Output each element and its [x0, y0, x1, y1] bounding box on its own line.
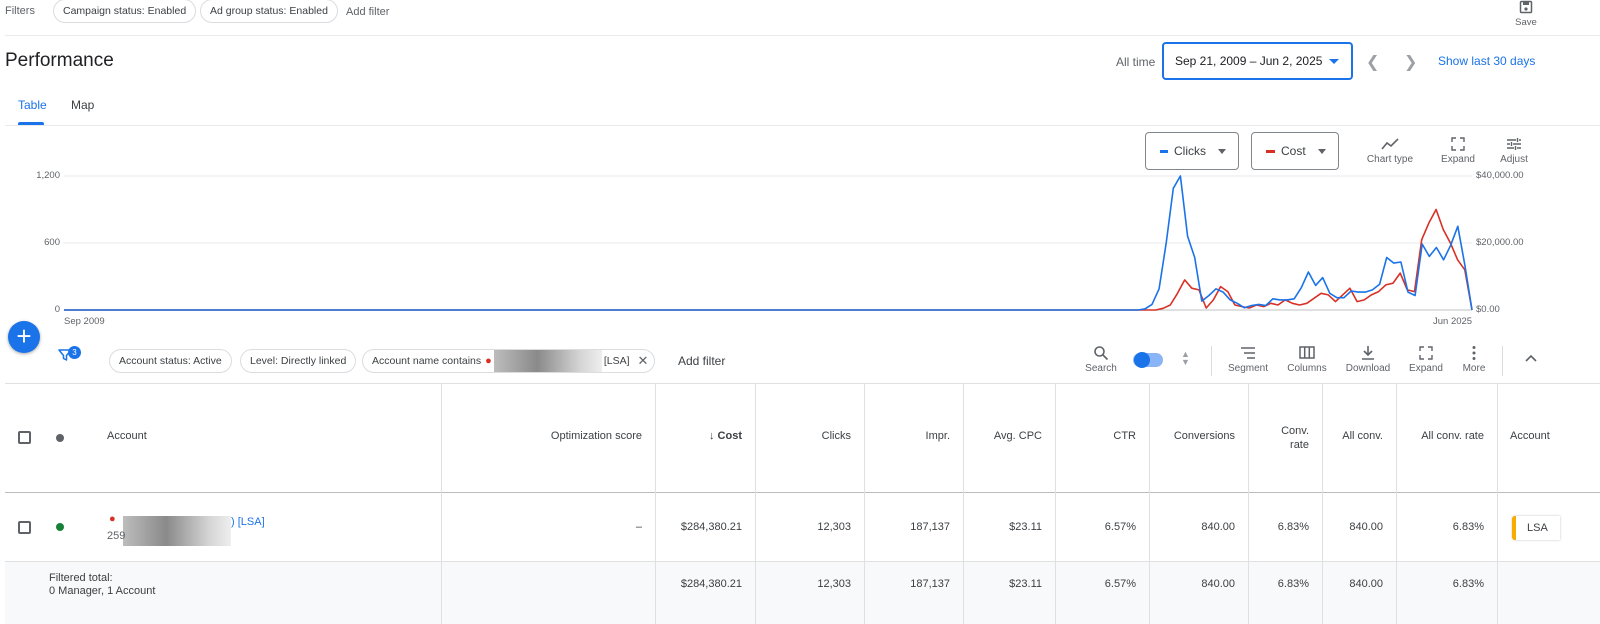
total-avg-cpc: $23.11	[1009, 578, 1042, 590]
header-account-type[interactable]: Account	[1510, 430, 1550, 442]
columns-label: Columns	[1287, 363, 1327, 374]
account-name-link[interactable]: ) [LSA]	[231, 516, 265, 528]
column-divider	[1396, 383, 1397, 624]
add-filter-button[interactable]: Add filter	[678, 354, 725, 368]
filter-chip-account-status[interactable]: Account status: Active	[109, 349, 232, 373]
search-button[interactable]: Search	[1083, 345, 1119, 374]
cell-conversions: 840.00	[1201, 521, 1235, 533]
collapse-icon[interactable]	[1524, 352, 1538, 366]
view-toggle[interactable]	[1133, 352, 1163, 368]
download-button[interactable]: Download	[1344, 345, 1392, 374]
download-label: Download	[1345, 363, 1391, 374]
select-all-checkbox[interactable]	[18, 431, 31, 444]
segment-icon	[1241, 347, 1255, 359]
table-expand-label: Expand	[1409, 363, 1443, 374]
header-impr[interactable]: Impr.	[926, 430, 950, 442]
column-divider	[755, 383, 756, 624]
header-avg-cpc[interactable]: Avg. CPC	[994, 430, 1042, 442]
more-label: More	[1462, 363, 1486, 374]
total-ctr: 6.57%	[1104, 578, 1136, 590]
redacted-value	[493, 350, 602, 372]
column-divider	[655, 383, 656, 624]
filter-chip-level[interactable]: Level: Directly linked	[240, 349, 357, 373]
series-line-cost	[64, 208, 1473, 311]
header-cost[interactable]: ↓ Cost	[709, 430, 742, 442]
download-icon	[1362, 346, 1374, 360]
total-clicks: 12,303	[817, 578, 851, 590]
expand-icon	[1419, 346, 1433, 360]
status-header-icon	[56, 434, 64, 442]
cell-all-conv: 840.00	[1349, 521, 1383, 533]
search-icon	[1094, 346, 1109, 361]
total-sublabel: 0 Manager, 1 Account	[49, 585, 156, 597]
column-divider	[963, 383, 964, 624]
column-divider	[1322, 383, 1323, 624]
sort-descending-icon: ↓	[708, 430, 715, 442]
divider	[1502, 346, 1503, 376]
performance-chart	[64, 175, 1473, 311]
header-account[interactable]: Account	[107, 430, 147, 442]
header-all-conv-rate[interactable]: All conv. rate	[1421, 430, 1484, 442]
filter-count-badge: 3	[68, 346, 81, 359]
cell-conv-rate: 6.83%	[1277, 521, 1309, 533]
column-divider	[1248, 383, 1249, 624]
total-conversions: 840.00	[1201, 578, 1235, 590]
divider	[1211, 346, 1212, 376]
filter-chip-account-name[interactable]: Account name contains ● [LSA] ✕	[362, 349, 656, 373]
cell-ctr: 6.57%	[1104, 521, 1136, 533]
segment-button[interactable]: Segment	[1226, 345, 1270, 374]
column-divider	[1497, 383, 1498, 624]
sort-arrows-icon[interactable]: ▲ ▼	[1181, 350, 1190, 367]
header-conv-rate[interactable]: Conv. rate	[1281, 424, 1309, 452]
cell-impr: 187,137	[910, 521, 950, 533]
total-row	[5, 562, 1600, 624]
cell-clicks: 12,303	[817, 521, 851, 533]
table-header-border	[5, 492, 1600, 493]
table-expand-button[interactable]: Expand	[1406, 345, 1446, 374]
header-clicks[interactable]: Clicks	[822, 430, 851, 442]
header-conv-rate-line1: Conv.	[1281, 425, 1309, 437]
cell-avg-cpc: $23.11	[1009, 521, 1042, 533]
total-cost: $284,380.21	[680, 578, 742, 590]
total-impr: 187,137	[910, 578, 950, 590]
column-divider	[441, 383, 442, 624]
header-cost-label: Cost	[717, 430, 742, 442]
column-divider	[1055, 383, 1056, 624]
columns-icon	[1299, 346, 1315, 359]
header-conversions[interactable]: Conversions	[1174, 430, 1235, 442]
total-conv-rate: 6.83%	[1277, 578, 1309, 590]
column-divider	[1149, 383, 1150, 624]
header-conv-rate-line2: rate	[1290, 439, 1309, 451]
header-optimization-score[interactable]: Optimization score	[551, 430, 642, 442]
header-all-conv[interactable]: All conv.	[1342, 430, 1383, 442]
cell-cost: $284,380.21	[680, 521, 742, 533]
account-id: 259	[107, 530, 126, 542]
row-checkbox[interactable]	[18, 521, 31, 534]
filter-chip-account-name-label: Account name contains	[372, 355, 482, 367]
enabled-status-icon	[56, 523, 64, 531]
close-icon[interactable]: ✕	[638, 353, 649, 369]
total-all-conv-rate: 6.83%	[1452, 578, 1484, 590]
search-label: Search	[1085, 363, 1117, 374]
more-button[interactable]: More	[1458, 345, 1490, 374]
total-label: Filtered total:	[49, 572, 113, 584]
column-divider	[864, 383, 865, 624]
location-pin-icon: ●	[485, 355, 492, 367]
add-button[interactable]: +	[8, 321, 40, 353]
account-type-badge: LSA	[1512, 516, 1560, 540]
columns-button[interactable]: Columns	[1285, 345, 1329, 374]
filter-chip-suffix: [LSA]	[603, 355, 630, 367]
more-vert-icon	[1472, 346, 1476, 360]
redacted-account-name	[123, 516, 231, 546]
table-top-border	[5, 383, 1600, 384]
header-ctr[interactable]: CTR	[1113, 430, 1136, 442]
location-pin-icon: ●	[109, 513, 116, 525]
cell-all-conv-rate: 6.83%	[1452, 521, 1484, 533]
segment-label: Segment	[1227, 363, 1269, 374]
total-all-conv: 840.00	[1349, 578, 1383, 590]
cell-opt-score: –	[635, 521, 642, 533]
